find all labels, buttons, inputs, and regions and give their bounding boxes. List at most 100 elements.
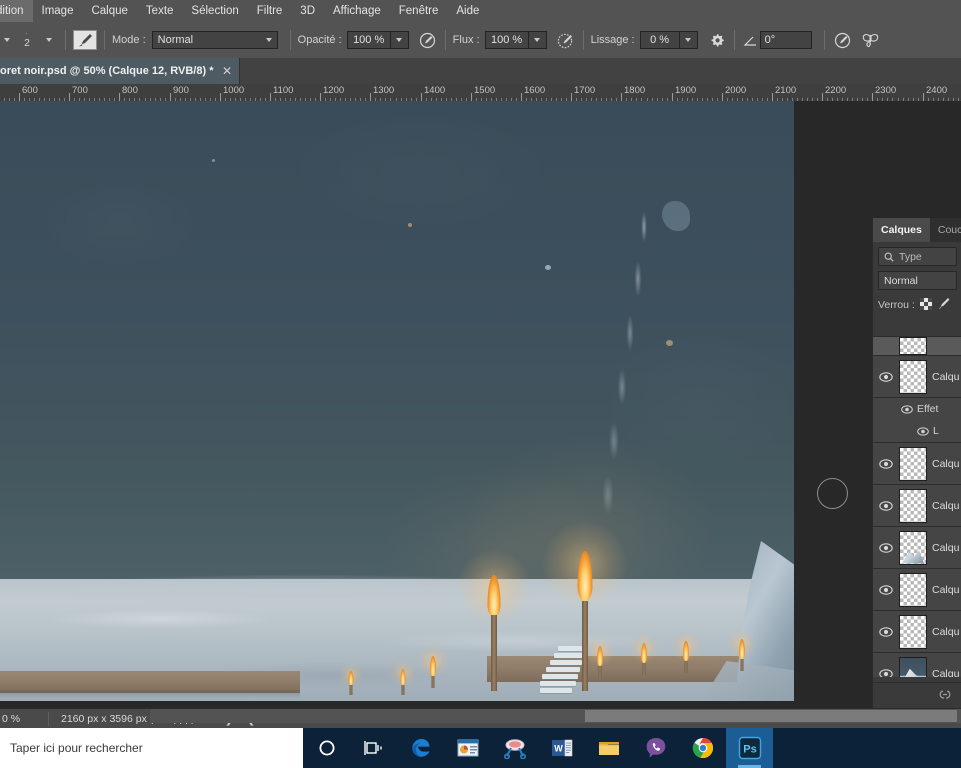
layer-thumbnail[interactable] <box>899 359 927 394</box>
brush-tool-thumbnail-icon[interactable] <box>73 30 97 50</box>
opacity-chevron-icon[interactable] <box>390 31 409 49</box>
zoom-level[interactable]: 0 % <box>0 713 48 725</box>
layers-panel: Calques Couch Type Normal Verrou : <box>872 218 961 708</box>
document-tab[interactable]: oret noir.psd @ 50% (Calque 12, RVB/8) *… <box>0 58 241 84</box>
visibility-eye-icon[interactable] <box>873 371 899 382</box>
menu-selection[interactable]: Sélection <box>182 0 247 22</box>
tab-couches[interactable]: Couch <box>930 218 961 242</box>
task-view-icon[interactable] <box>350 728 397 768</box>
tab-calques[interactable]: Calques <box>873 218 930 242</box>
canvas-area[interactable] <box>0 101 961 708</box>
panel-tab-strip: Calques Couch <box>873 218 961 242</box>
smoothing-control[interactable]: 0 % <box>639 31 698 49</box>
link-icon[interactable] <box>936 689 954 703</box>
layer-effect-item-row[interactable]: L <box>873 420 961 443</box>
artboard[interactable] <box>0 101 794 701</box>
menu-image[interactable]: Image <box>33 0 83 22</box>
lock-transparency-icon[interactable] <box>919 297 932 313</box>
menu-edition[interactable]: dition <box>0 0 33 22</box>
layer-effects-row[interactable]: Effet <box>873 398 961 420</box>
ruler-label: 1300 <box>373 85 395 96</box>
table-row[interactable]: Calqu <box>873 653 961 677</box>
table-row[interactable]: Calqu <box>873 611 961 653</box>
layer-row-selected[interactable] <box>873 337 961 356</box>
menu-3d[interactable]: 3D <box>291 0 324 22</box>
menu-filtre[interactable]: Filtre <box>248 0 292 22</box>
symmetry-butterfly-icon[interactable] <box>860 29 882 51</box>
layer-thumbnail[interactable] <box>899 614 927 649</box>
smoothing-chevron-icon[interactable] <box>679 31 698 49</box>
visibility-eye-icon[interactable] <box>873 500 899 511</box>
close-icon[interactable]: ✕ <box>221 65 232 77</box>
opacity-control[interactable]: 100 % <box>346 31 409 49</box>
blend-mode-dropdown[interactable]: Normal <box>151 31 278 49</box>
ruler-major-tick <box>722 93 723 101</box>
table-row[interactable]: Calqu <box>873 443 961 485</box>
smoothing-options-gear-icon[interactable] <box>706 29 728 51</box>
layer-list[interactable]: Calqu Effet L Calqu Calqu Calqu Calqu Ca… <box>873 336 961 677</box>
smoothing-value[interactable]: 0 % <box>639 31 680 49</box>
brush-size-value[interactable]: ˙ 2 <box>14 32 40 49</box>
ruler-label: 1900 <box>675 85 697 96</box>
layer-thumbnail[interactable] <box>899 337 927 355</box>
visibility-eye-icon[interactable] <box>873 584 899 595</box>
visibility-eye-icon[interactable] <box>873 542 899 553</box>
brush-angle-value[interactable]: 0° <box>759 31 812 49</box>
ruler-label: 2200 <box>825 85 847 96</box>
edge-icon[interactable] <box>397 728 444 768</box>
artwork-torch-small <box>727 628 757 671</box>
artwork-speck <box>666 340 673 346</box>
visibility-eye-icon[interactable] <box>873 458 899 469</box>
horizontal-ruler[interactable]: 600 700 800 900 1000 1100 1200 1300 1400 1500 1600… <box>0 84 961 102</box>
layer-filter-input[interactable]: Type <box>878 247 957 266</box>
visibility-eye-icon[interactable] <box>873 668 899 677</box>
ruler-label: 1200 <box>323 85 345 96</box>
flow-chevron-icon[interactable] <box>528 31 547 49</box>
lock-paint-brush-icon[interactable] <box>937 297 950 313</box>
menu-fenetre[interactable]: Fenêtre <box>390 0 448 22</box>
layer-thumbnail[interactable] <box>899 572 927 607</box>
horizontal-scrollbar[interactable] <box>150 709 961 723</box>
photoshop-icon[interactable]: Ps <box>726 728 773 768</box>
flow-control[interactable]: 100 % <box>484 31 547 49</box>
menu-calque[interactable]: Calque <box>82 0 136 22</box>
layer-name: Calqu <box>932 667 960 678</box>
divider <box>444 30 446 50</box>
pressure-size-toggle-icon[interactable] <box>832 29 854 51</box>
visibility-eye-icon[interactable] <box>873 626 899 637</box>
airbrush-toggle-icon[interactable] <box>555 29 577 51</box>
table-row[interactable]: Calqu <box>873 356 961 398</box>
layer-thumbnail[interactable] <box>899 530 927 565</box>
artwork-torch-small <box>417 645 449 688</box>
brush-preset-chevron-icon[interactable] <box>0 29 14 51</box>
visibility-eye-icon[interactable] <box>897 404 917 414</box>
visibility-eye-icon[interactable] <box>913 426 933 436</box>
layer-thumbnail[interactable] <box>899 656 927 677</box>
ruler-major-tick <box>471 93 472 101</box>
table-row[interactable]: Calqu <box>873 569 961 611</box>
table-row[interactable]: Calqu <box>873 527 961 569</box>
flow-value[interactable]: 100 % <box>484 31 529 49</box>
viber-icon[interactable] <box>632 728 679 768</box>
horizontal-scrollbar-thumb[interactable] <box>585 710 957 722</box>
layer-thumbnail[interactable] <box>899 446 927 481</box>
artwork-speck <box>545 265 551 270</box>
ruler-major-tick <box>170 93 171 101</box>
cortana-icon[interactable] <box>303 728 350 768</box>
opacity-value[interactable]: 100 % <box>346 31 391 49</box>
powerpoint-icon[interactable] <box>444 728 491 768</box>
layer-thumbnail[interactable] <box>899 488 927 523</box>
table-row[interactable]: Calqu <box>873 485 961 527</box>
word-icon[interactable]: W <box>538 728 585 768</box>
menu-texte[interactable]: Texte <box>137 0 183 22</box>
chrome-icon[interactable] <box>679 728 726 768</box>
brush-angle-icon[interactable] <box>742 29 760 51</box>
opacity-pressure-toggle-icon[interactable] <box>417 29 439 51</box>
snipping-tool-icon[interactable] <box>491 728 538 768</box>
layer-blend-mode-dropdown[interactable]: Normal <box>878 271 957 290</box>
brush-settings-chevron-icon[interactable] <box>40 29 58 51</box>
menu-aide[interactable]: Aide <box>447 0 488 22</box>
file-explorer-icon[interactable] <box>585 728 632 768</box>
menu-affichage[interactable]: Affichage <box>324 0 390 22</box>
search-input[interactable]: Taper ici pour rechercher <box>0 728 303 768</box>
